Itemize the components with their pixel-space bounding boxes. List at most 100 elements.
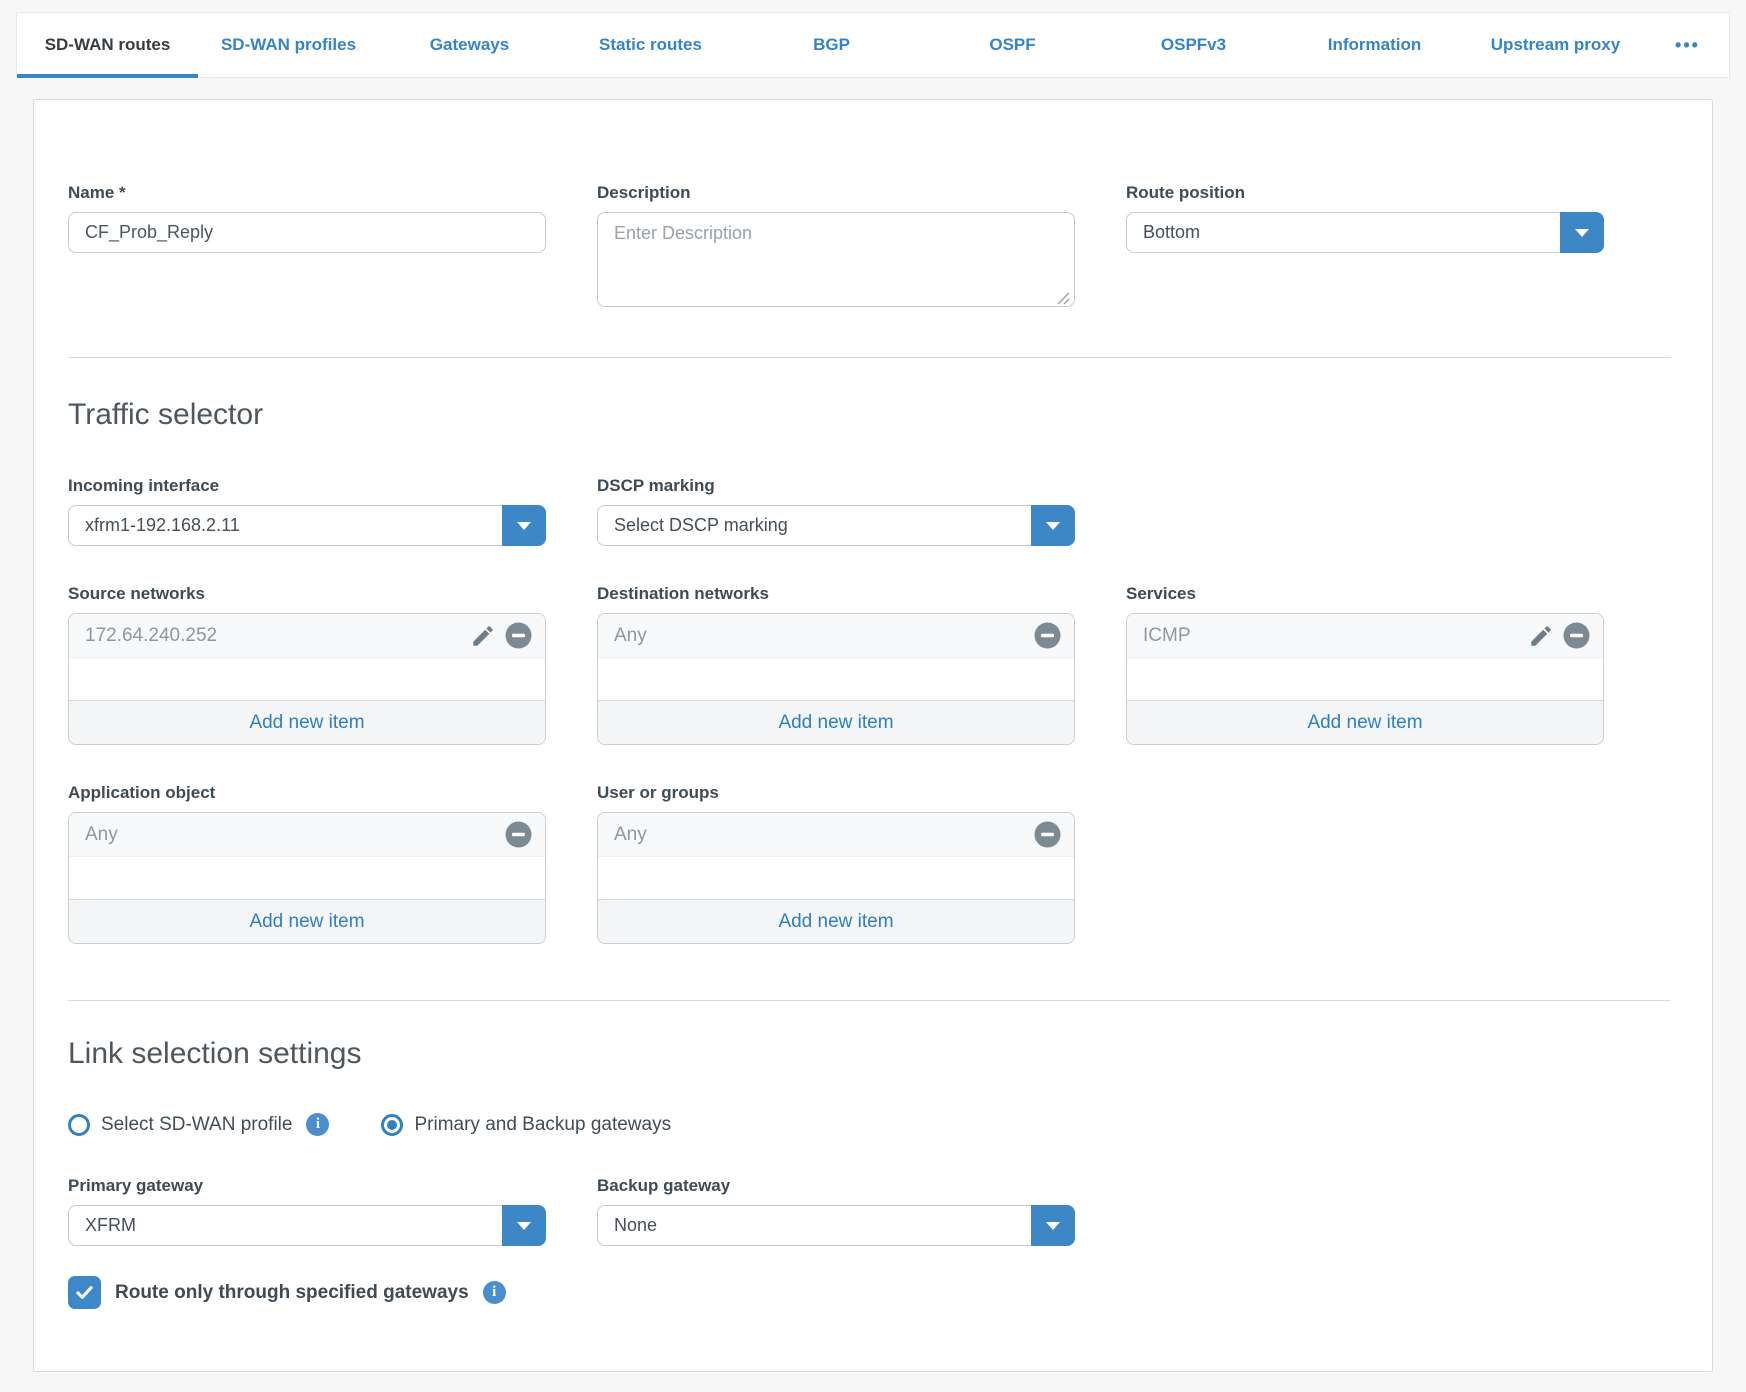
traffic-selector-heading: Traffic selector <box>68 398 1671 432</box>
tab-sd-wan-routes[interactable]: SD-WAN routes <box>17 13 198 77</box>
user-or-groups-listbox: Any Add new item <box>597 812 1075 944</box>
description-label: Description <box>597 183 1075 203</box>
interface-row: Incoming interface xfrm1-192.168.2.11 DS… <box>68 476 1671 546</box>
incoming-interface-label: Incoming interface <box>68 476 546 496</box>
services-listbox: ICMP Add new item <box>1126 613 1604 745</box>
add-new-item-button[interactable]: Add new item <box>598 700 1074 744</box>
radio-selected-icon[interactable] <box>381 1114 403 1136</box>
listbox-empty-area <box>69 857 545 899</box>
section-divider <box>68 1000 1671 1001</box>
remove-item-icon[interactable] <box>505 622 532 649</box>
list-item: Any <box>598 813 1074 857</box>
route-position-value: Bottom <box>1143 222 1200 243</box>
tab-bar: SD-WAN routes SD-WAN profiles Gateways S… <box>16 12 1730 78</box>
remove-item-icon[interactable] <box>1034 622 1061 649</box>
route-position-label: Route position <box>1126 183 1604 203</box>
listbox-empty-area <box>598 658 1074 700</box>
tab-sd-wan-profiles[interactable]: SD-WAN profiles <box>198 13 379 77</box>
description-field-group: Description <box>597 183 1075 312</box>
gateways-row: Primary gateway XFRM Backup gateway None <box>68 1176 1671 1246</box>
info-icon[interactable]: i <box>483 1281 506 1304</box>
route-only-checkbox-row: Route only through specified gateways i <box>68 1276 1671 1309</box>
networks-row: Source networks 172.64.240.252 Add new i… <box>68 584 1671 745</box>
user-or-groups-group: User or groups Any Add new item <box>597 783 1075 944</box>
tab-upstream-proxy[interactable]: Upstream proxy <box>1465 13 1646 77</box>
remove-item-icon[interactable] <box>505 821 532 848</box>
user-or-groups-label: User or groups <box>597 783 1075 803</box>
source-networks-label: Source networks <box>68 584 546 604</box>
listbox-empty-area <box>69 658 545 700</box>
destination-networks-label: Destination networks <box>597 584 1075 604</box>
primary-gateway-select[interactable]: XFRM <box>68 1205 546 1246</box>
chevron-down-icon[interactable] <box>1560 212 1604 253</box>
radio-label: Primary and Backup gateways <box>414 1114 671 1136</box>
chevron-down-icon[interactable] <box>502 505 546 546</box>
incoming-interface-field-group: Incoming interface xfrm1-192.168.2.11 <box>68 476 546 546</box>
checked-checkbox-icon[interactable] <box>68 1276 101 1309</box>
application-user-row: Application object Any Add new item User… <box>68 783 1671 944</box>
link-selection-radio-row: Select SD-WAN profile i Primary and Back… <box>68 1113 1671 1136</box>
tab-ospfv3[interactable]: OSPFv3 <box>1103 13 1284 77</box>
backup-gateway-field-group: Backup gateway None <box>597 1176 1075 1246</box>
application-object-label: Application object <box>68 783 546 803</box>
basic-fields-row: Name * Description Route position Bottom <box>68 183 1671 312</box>
description-textarea[interactable] <box>597 212 1075 307</box>
source-networks-group: Source networks 172.64.240.252 Add new i… <box>68 584 546 745</box>
chevron-down-icon[interactable] <box>502 1205 546 1246</box>
section-divider <box>68 357 1671 358</box>
link-selection-heading: Link selection settings <box>68 1037 1671 1071</box>
edit-pencil-icon[interactable] <box>1528 623 1554 649</box>
radio-unselected-icon[interactable] <box>68 1114 90 1136</box>
backup-gateway-select[interactable]: None <box>597 1205 1075 1246</box>
listbox-empty-area <box>1127 658 1603 700</box>
tab-static-routes[interactable]: Static routes <box>560 13 741 77</box>
application-object-group: Application object Any Add new item <box>68 783 546 944</box>
dscp-marking-field-group: DSCP marking Select DSCP marking <box>597 476 1075 546</box>
list-item: Any <box>598 614 1074 658</box>
application-object-listbox: Any Add new item <box>68 812 546 944</box>
more-tabs-icon[interactable]: ••• <box>1646 13 1729 77</box>
sd-wan-route-form: Name * Description Route position Bottom… <box>33 99 1713 1372</box>
add-new-item-button[interactable]: Add new item <box>69 700 545 744</box>
backup-gateway-label: Backup gateway <box>597 1176 1075 1196</box>
listbox-empty-area <box>598 857 1074 899</box>
list-item-text: Any <box>614 625 1034 647</box>
list-item: 172.64.240.252 <box>69 614 545 658</box>
info-icon[interactable]: i <box>306 1113 329 1136</box>
dscp-marking-select[interactable]: Select DSCP marking <box>597 505 1075 546</box>
name-field-group: Name * <box>68 183 546 312</box>
route-only-label: Route only through specified gateways <box>115 1282 469 1304</box>
radio-select-sd-wan-profile[interactable]: Select SD-WAN profile <box>68 1114 292 1136</box>
route-position-field-group: Route position Bottom <box>1126 183 1604 312</box>
add-new-item-button[interactable]: Add new item <box>1127 700 1603 744</box>
list-item-text: Any <box>85 824 505 846</box>
list-item: Any <box>69 813 545 857</box>
route-position-select[interactable]: Bottom <box>1126 212 1604 253</box>
services-group: Services ICMP Add new item <box>1126 584 1604 745</box>
chevron-down-icon[interactable] <box>1031 1205 1075 1246</box>
edit-pencil-icon[interactable] <box>470 623 496 649</box>
chevron-down-icon[interactable] <box>1031 505 1075 546</box>
add-new-item-button[interactable]: Add new item <box>598 899 1074 943</box>
incoming-interface-value: xfrm1-192.168.2.11 <box>85 515 240 536</box>
primary-gateway-label: Primary gateway <box>68 1176 546 1196</box>
list-item: ICMP <box>1127 614 1603 658</box>
name-input[interactable] <box>68 212 546 253</box>
primary-gateway-field-group: Primary gateway XFRM <box>68 1176 546 1246</box>
tab-bgp[interactable]: BGP <box>741 13 922 77</box>
radio-primary-backup-gateways[interactable]: Primary and Backup gateways <box>381 1114 671 1136</box>
primary-gateway-value: XFRM <box>85 1215 136 1236</box>
incoming-interface-select[interactable]: xfrm1-192.168.2.11 <box>68 505 546 546</box>
list-item-text: ICMP <box>1143 625 1528 647</box>
tab-gateways[interactable]: Gateways <box>379 13 560 77</box>
add-new-item-button[interactable]: Add new item <box>69 899 545 943</box>
remove-item-icon[interactable] <box>1563 622 1590 649</box>
dscp-marking-value: Select DSCP marking <box>614 515 788 536</box>
services-label: Services <box>1126 584 1604 604</box>
remove-item-icon[interactable] <box>1034 821 1061 848</box>
dscp-marking-label: DSCP marking <box>597 476 1075 496</box>
list-item-text: Any <box>614 824 1034 846</box>
tab-information[interactable]: Information <box>1284 13 1465 77</box>
tab-ospf[interactable]: OSPF <box>922 13 1103 77</box>
radio-label: Select SD-WAN profile <box>101 1114 292 1136</box>
